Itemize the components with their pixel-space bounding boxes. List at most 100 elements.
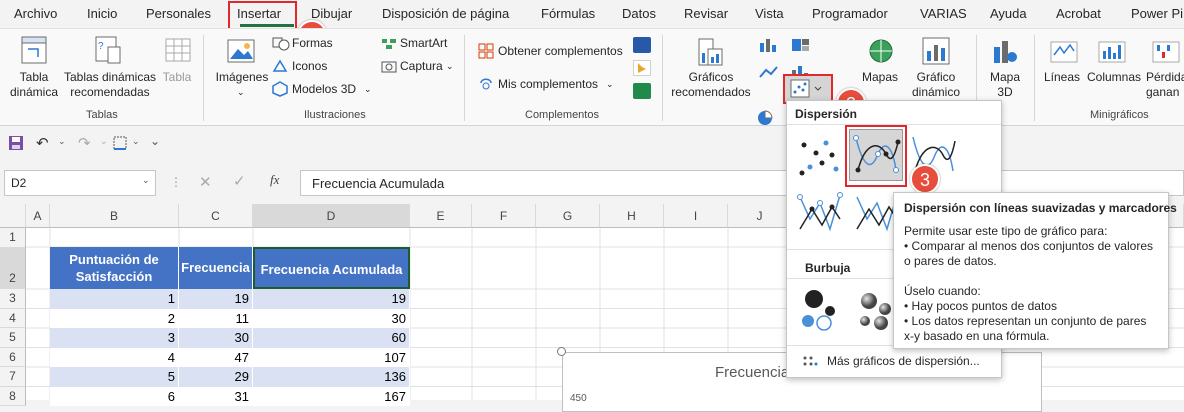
table-cell[interactable]: 2	[50, 308, 179, 328]
tab-acrobat[interactable]: Acrobat	[1056, 6, 1101, 21]
captura-button[interactable]: Captura	[400, 59, 443, 74]
column-header[interactable]: F	[472, 204, 536, 228]
tab-varias[interactable]: VARIAS	[920, 6, 967, 21]
tablas-recomendadas-button[interactable]: Tablas dinámicas recomendadas	[62, 70, 158, 100]
iconos-button[interactable]: Iconos	[292, 59, 327, 74]
tab-personales[interactable]: Personales	[146, 6, 211, 21]
table-cell[interactable]: 3	[50, 328, 179, 348]
table-cell[interactable]: 31	[179, 386, 253, 406]
table-cell[interactable]: 11	[179, 308, 253, 328]
row-header[interactable]: 4	[0, 308, 26, 328]
save-icon[interactable]	[8, 135, 24, 151]
chevron-down-icon[interactable]: ⌄	[100, 136, 108, 147]
chart-y-tick: 450	[570, 393, 587, 404]
column-header[interactable]: D	[253, 204, 410, 228]
table-cell[interactable]: 1	[50, 289, 179, 309]
row-header[interactable]: 3	[0, 289, 26, 309]
tabla-dinamica-button[interactable]: Tabla dinámica	[8, 70, 60, 100]
tab-dibujar[interactable]: Dibujar	[311, 6, 352, 21]
scatter-markers-only-option[interactable]	[796, 133, 842, 179]
table-cell[interactable]: 60	[253, 328, 410, 348]
chevron-down-icon[interactable]: ⌄	[142, 175, 150, 186]
imagenes-button[interactable]: Imágenes	[214, 70, 270, 85]
chart-resize-handle[interactable]	[557, 347, 566, 356]
smartart-button[interactable]: SmartArt	[400, 36, 447, 51]
people-graph-icon[interactable]	[633, 83, 651, 99]
tab-ayuda[interactable]: Ayuda	[990, 6, 1027, 21]
visio-icon[interactable]	[633, 37, 651, 53]
tab-revisar[interactable]: Revisar	[684, 6, 728, 21]
tab-programador[interactable]: Programador	[812, 6, 888, 21]
column-header[interactable]: C	[179, 204, 253, 228]
row-header[interactable]: 2	[0, 247, 26, 289]
table-cell[interactable]: 107	[253, 347, 410, 367]
obtener-complementos-button[interactable]: Obtener complementos	[498, 44, 623, 59]
table-cell[interactable]: 29	[179, 367, 253, 387]
undo-icon[interactable]: ↶	[36, 134, 49, 152]
customize-qat-icon[interactable]: ⌄	[150, 134, 160, 148]
mapa3d-button[interactable]: Mapa 3D	[986, 70, 1024, 100]
row-header[interactable]: 7	[0, 367, 26, 387]
tab-vista[interactable]: Vista	[755, 6, 784, 21]
table-cell[interactable]: 167	[253, 386, 410, 406]
chevron-down-icon[interactable]: ⌄	[132, 136, 140, 147]
chevron-down-icon[interactable]: ⌄	[58, 136, 66, 147]
mis-complementos-button[interactable]: Mis complementos	[498, 77, 598, 92]
table-cell[interactable]: 136	[253, 367, 410, 387]
column-header[interactable]: A	[26, 204, 50, 228]
scatter-straight-markers-option[interactable]	[796, 189, 844, 237]
table-cell[interactable]: 47	[179, 347, 253, 367]
mapas-button[interactable]: Mapas	[862, 70, 898, 85]
name-box[interactable]: D2	[4, 170, 156, 196]
grafico-dinamico-button[interactable]: Gráfico dinámico	[905, 70, 967, 100]
table-cell[interactable]: 19	[253, 289, 410, 309]
insert-function-icon[interactable]: fx	[270, 172, 279, 188]
chart-type-tooltip: Dispersión con líneas suavizadas y marca…	[893, 192, 1177, 349]
more-scatter-charts-link[interactable]: Más gráficos de dispersión...	[827, 354, 980, 368]
column-chart-icon[interactable]	[758, 37, 780, 53]
column-header[interactable]: B	[50, 204, 179, 228]
column-header[interactable]: J	[728, 204, 792, 228]
formas-button[interactable]: Formas	[292, 36, 333, 51]
table-header-acumulada[interactable]: Frecuencia Acumulada	[253, 247, 410, 289]
borders-icon[interactable]	[112, 135, 128, 151]
table-cell[interactable]: 30	[179, 328, 253, 348]
table-header-puntuacion[interactable]: Puntuación de Satisfacción	[50, 247, 179, 289]
more-scatter-icon	[803, 356, 818, 366]
tab-datos[interactable]: Datos	[622, 6, 656, 21]
tab-inicio[interactable]: Inicio	[87, 6, 117, 21]
column-header[interactable]: I	[664, 204, 728, 228]
column-header[interactable]: E	[410, 204, 472, 228]
row-header[interactable]: 6	[0, 347, 26, 367]
lineas-button[interactable]: Líneas	[1044, 70, 1080, 85]
row-header[interactable]: 8	[0, 386, 26, 406]
cancel-icon[interactable]: ✕	[199, 173, 212, 191]
redo-icon[interactable]: ↷	[78, 134, 91, 152]
tab-power-pivot[interactable]: Power Pi	[1131, 6, 1183, 21]
tab-archivo[interactable]: Archivo	[14, 6, 57, 21]
table-header-frecuencia[interactable]: Frecuencia	[179, 247, 253, 289]
tabla-button[interactable]: Tabla	[160, 70, 194, 85]
line-chart-icon[interactable]	[758, 64, 780, 80]
bing-icon[interactable]	[633, 60, 651, 76]
bubble-chart-option[interactable]	[796, 287, 842, 333]
hierarchy-chart-icon[interactable]	[790, 37, 812, 53]
tab-disposicion[interactable]: Disposición de página	[382, 6, 509, 21]
row-header[interactable]: 5	[0, 328, 26, 348]
row-header[interactable]: 1	[0, 228, 26, 248]
column-header[interactable]: H	[600, 204, 664, 228]
table-cell[interactable]: 30	[253, 308, 410, 328]
tab-formulas[interactable]: Fórmulas	[541, 6, 595, 21]
table-cell[interactable]: 5	[50, 367, 179, 387]
select-all-corner[interactable]	[0, 204, 26, 228]
graficos-recomendados-button[interactable]: Gráficos recomendados	[670, 70, 752, 100]
table-cell[interactable]: 6	[50, 386, 179, 406]
table-cell[interactable]: 4	[50, 347, 179, 367]
columnas-button[interactable]: Columnas	[1087, 70, 1141, 85]
perdidas-button[interactable]: Pérdida ganan	[1146, 70, 1184, 100]
column-header[interactable]: G	[536, 204, 600, 228]
enter-icon[interactable]: ✓	[233, 172, 246, 190]
table-cell[interactable]: 19	[179, 289, 253, 309]
modelos3d-button[interactable]: Modelos 3D	[292, 82, 356, 97]
pie-chart-icon[interactable]	[756, 109, 774, 127]
